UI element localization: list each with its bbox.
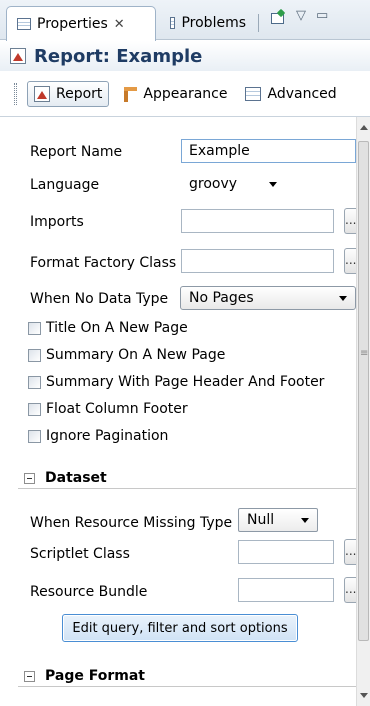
- checkbox[interactable]: [28, 375, 41, 389]
- minimize-icon[interactable]: ▭: [316, 8, 328, 23]
- resource-bundle-field[interactable]: [238, 578, 334, 602]
- checkbox-label: Ignore Pagination: [46, 428, 169, 444]
- when-no-data-type-value: No Pages: [189, 290, 254, 306]
- page-title: Report: Example: [34, 45, 203, 67]
- section-toolbar: Report Appearance Advanced: [0, 76, 370, 112]
- section-tab-report[interactable]: Report: [27, 81, 110, 107]
- checkbox-title-on-new-page[interactable]: Title On A New Page: [28, 320, 188, 336]
- properties-icon: [17, 18, 31, 30]
- report-name-field[interactable]: Example: [181, 139, 356, 163]
- toolbar-grip-handle[interactable]: [14, 83, 17, 105]
- collapse-icon[interactable]: [24, 472, 35, 484]
- scriptlet-browse-button[interactable]: ...: [344, 539, 356, 565]
- problems-icon: [170, 17, 176, 29]
- checkbox-label: Title On A New Page: [46, 320, 188, 336]
- scriptlet-class-field[interactable]: [238, 540, 334, 564]
- when-no-data-type-label: When No Data Type: [30, 291, 169, 307]
- format-factory-class-label: Format Factory Class: [30, 255, 177, 271]
- section-tab-appearance[interactable]: Appearance: [115, 81, 233, 107]
- tab-separator: [258, 14, 259, 32]
- checkbox-label: Summary With Page Header And Footer: [46, 374, 325, 390]
- checkbox[interactable]: [28, 348, 41, 362]
- section-tab-advanced[interactable]: Advanced: [239, 81, 342, 107]
- page-format-section-header[interactable]: Page Format: [24, 668, 145, 684]
- report-icon: [34, 86, 50, 102]
- section-divider: [18, 488, 356, 489]
- imports-browse-button[interactable]: ...: [344, 208, 356, 234]
- appearance-icon: [121, 86, 138, 102]
- view-menu-icon[interactable]: ▽: [296, 8, 306, 23]
- dataset-section-title: Dataset: [45, 470, 107, 486]
- report-name-label: Report Name: [30, 144, 123, 160]
- scroll-down-arrow-icon[interactable]: [360, 693, 368, 698]
- tab-properties-label: Properties: [37, 16, 108, 32]
- language-select-value: groovy: [189, 176, 238, 192]
- tab-properties[interactable]: Properties ✕: [6, 6, 156, 41]
- resource-bundle-browse-button[interactable]: ...: [344, 577, 356, 603]
- resource-missing-type-select[interactable]: Null: [238, 508, 318, 532]
- pin-to-view-icon[interactable]: [270, 9, 286, 24]
- chevron-down-icon: [339, 295, 347, 301]
- section-tab-label: Advanced: [267, 86, 337, 102]
- checkbox-label: Float Column Footer: [46, 401, 188, 417]
- scrollbar-thumb[interactable]: [358, 141, 369, 641]
- dataset-section-header[interactable]: Dataset: [24, 470, 107, 486]
- view-toolbar: ▽ ▭: [270, 8, 328, 24]
- vertical-scrollbar[interactable]: [356, 117, 370, 706]
- chevron-down-icon: [301, 517, 309, 523]
- checkbox[interactable]: [28, 429, 41, 443]
- report-icon: [10, 48, 26, 64]
- language-select[interactable]: groovy: [181, 172, 285, 196]
- checkbox-float-column-footer[interactable]: Float Column Footer: [28, 401, 188, 417]
- tab-problems-label: Problems: [181, 15, 246, 31]
- edit-query-button[interactable]: Edit query, filter and sort options: [62, 614, 298, 642]
- resource-missing-type-label: When Resource Missing Type: [30, 515, 233, 531]
- close-icon[interactable]: ✕: [114, 17, 125, 32]
- format-factory-browse-button[interactable]: ...: [344, 248, 356, 274]
- tab-problems[interactable]: Problems: [160, 6, 256, 40]
- advanced-icon: [245, 87, 262, 101]
- checkbox[interactable]: [28, 321, 41, 335]
- checkbox-label: Summary On A New Page: [46, 347, 226, 363]
- imports-label: Imports: [30, 214, 84, 230]
- section-tab-label: Appearance: [143, 86, 228, 102]
- when-no-data-type-select[interactable]: No Pages: [180, 286, 356, 310]
- properties-header: Report: Example: [0, 41, 370, 71]
- imports-field[interactable]: [181, 209, 334, 233]
- resource-bundle-label: Resource Bundle: [30, 584, 148, 600]
- page-format-section-title: Page Format: [45, 668, 145, 684]
- section-tab-label: Report: [56, 86, 103, 102]
- format-factory-class-field[interactable]: [181, 249, 334, 273]
- checkbox[interactable]: [28, 402, 41, 416]
- checkbox-summary-with-page-header-footer[interactable]: Summary With Page Header And Footer: [28, 374, 324, 390]
- checkbox-summary-on-new-page[interactable]: Summary On A New Page: [28, 347, 225, 363]
- language-label: Language: [30, 177, 100, 193]
- collapse-icon[interactable]: [24, 670, 35, 682]
- section-divider: [18, 686, 356, 687]
- checkbox-ignore-pagination[interactable]: Ignore Pagination: [28, 428, 168, 444]
- resource-missing-type-value: Null: [247, 512, 275, 528]
- scroll-up-arrow-icon[interactable]: [360, 125, 368, 130]
- chevron-down-icon: [269, 181, 277, 187]
- scriptlet-class-label: Scriptlet Class: [30, 546, 130, 562]
